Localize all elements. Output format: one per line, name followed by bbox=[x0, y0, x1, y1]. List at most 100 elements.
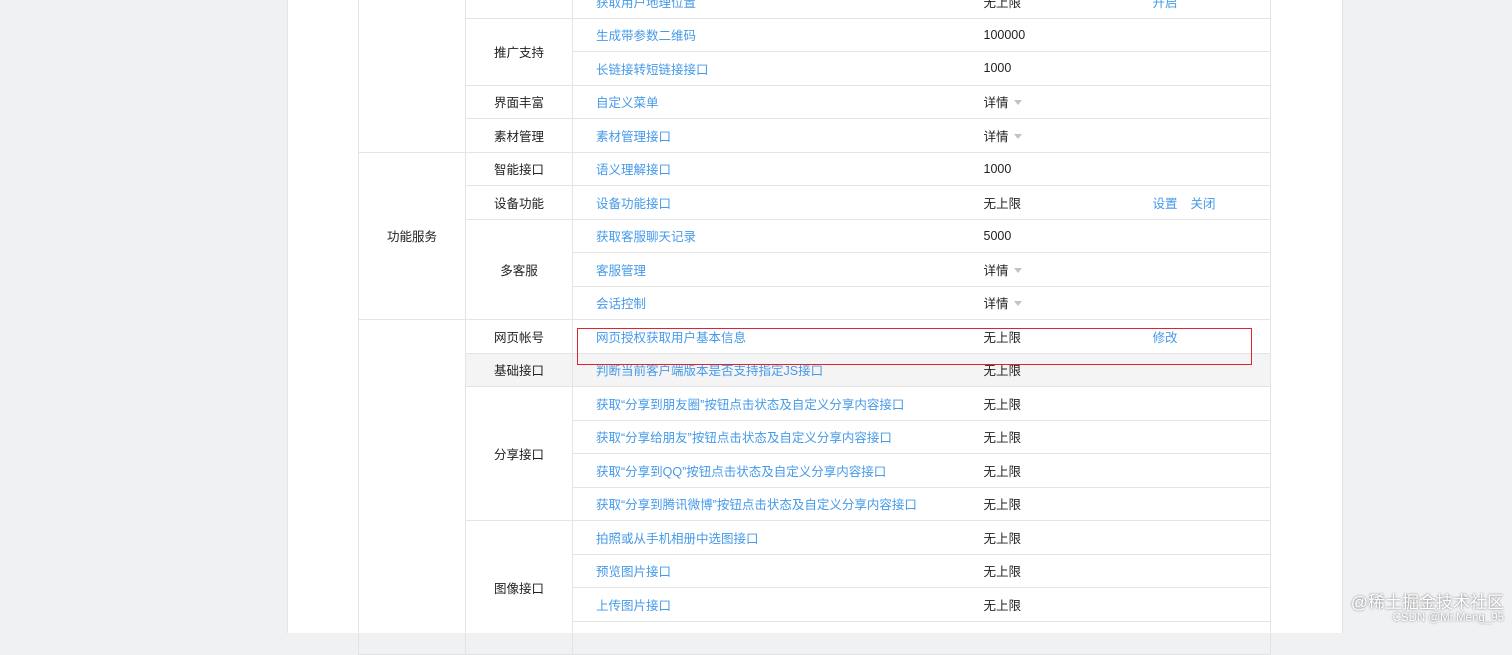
quota-value: 无上限 bbox=[983, 364, 1022, 379]
interface-link[interactable]: 语义理解接口 bbox=[596, 163, 671, 177]
quota-cell: 无上限 bbox=[983, 0, 1153, 19]
interface-name-cell: 会话控制 bbox=[572, 285, 984, 320]
interface-link[interactable]: 设备功能接口 bbox=[596, 197, 671, 211]
quota-value: 无上限 bbox=[983, 464, 1022, 479]
operation-link[interactable]: 修改 bbox=[1153, 331, 1178, 345]
details-dropdown[interactable]: 详情 bbox=[984, 130, 1009, 144]
quota-value: 5000 bbox=[983, 228, 1012, 243]
interface-name-cell: 客服管理 bbox=[572, 252, 984, 287]
interface-link[interactable]: 生成带参数二维码 bbox=[596, 29, 696, 43]
table-row: 设备功能 设备功能接口 无上限 设置 关闭 bbox=[359, 185, 1271, 220]
interface-name-cell: 获取用户地理位置 bbox=[572, 0, 984, 19]
operation-link[interactable]: 关闭 bbox=[1191, 197, 1216, 211]
interface-name-cell: 获取“分享到朋友圈”按钮点击状态及自定义分享内容接口 bbox=[572, 386, 984, 421]
caret-down-icon[interactable] bbox=[1013, 267, 1022, 273]
interface-link[interactable]: 上传图片接口 bbox=[596, 599, 671, 613]
quota-cell: 无上限 bbox=[983, 352, 1153, 387]
interface-link[interactable]: 获取“分享到朋友圈”按钮点击状态及自定义分享内容接口 bbox=[596, 398, 904, 412]
quota-cell: 无上限 bbox=[983, 386, 1153, 421]
quota-cell: 详情 bbox=[983, 252, 1153, 287]
quota-cell: 详情 bbox=[983, 84, 1153, 119]
details-dropdown[interactable]: 详情 bbox=[984, 96, 1009, 110]
quota-cell: 100000 bbox=[983, 17, 1153, 52]
interface-name-cell bbox=[572, 620, 984, 655]
table-row: 界面丰富 自定义菜单 详情 bbox=[359, 84, 1271, 119]
interface-link[interactable]: 自定义菜单 bbox=[596, 96, 659, 110]
operation-cell bbox=[1152, 587, 1271, 622]
watermark-sub-text: CSDN @Mr.Meng_95 bbox=[1392, 612, 1504, 624]
table-row: 分享接口 获取“分享到朋友圈”按钮点击状态及自定义分享内容接口 无上限 bbox=[359, 386, 1271, 521]
group-cell: 素材管理 bbox=[465, 118, 573, 153]
interface-name-cell: 上传图片接口 bbox=[572, 587, 984, 622]
interface-link[interactable]: 素材管理接口 bbox=[596, 130, 671, 144]
interface-link[interactable]: 客服管理 bbox=[596, 264, 646, 278]
caret-down-icon[interactable] bbox=[1013, 100, 1022, 106]
quota-cell: 无上限 bbox=[983, 419, 1153, 454]
details-dropdown[interactable]: 详情 bbox=[984, 297, 1009, 311]
interface-name-cell: 语义理解接口 bbox=[572, 151, 984, 186]
interface-name-cell: 预览图片接口 bbox=[572, 553, 984, 588]
group-cell: 设备功能 bbox=[465, 185, 573, 220]
group-cell: 推广支持 bbox=[465, 17, 573, 86]
operation-cell bbox=[1152, 453, 1271, 488]
interface-link[interactable]: 获取用户地理位置 bbox=[596, 0, 696, 10]
details-dropdown[interactable]: 详情 bbox=[984, 264, 1009, 278]
interface-name-cell: 设备功能接口 bbox=[572, 185, 984, 220]
quota-value: 无上限 bbox=[983, 196, 1022, 211]
quota-cell bbox=[983, 620, 1153, 655]
table-row: 基础接口 判断当前客户端版本是否支持指定JS接口 无上限 bbox=[359, 352, 1271, 387]
interface-link[interactable]: 预览图片接口 bbox=[596, 565, 671, 579]
quota-value: 无上限 bbox=[983, 531, 1022, 546]
quota-cell: 无上限 bbox=[983, 453, 1153, 488]
interface-name-cell: 自定义菜单 bbox=[572, 84, 984, 119]
interface-link[interactable]: 获取“分享给朋友”按钮点击状态及自定义分享内容接口 bbox=[596, 431, 892, 445]
interface-name-cell: 判断当前客户端版本是否支持指定JS接口 bbox=[572, 352, 984, 387]
quota-cell: 无上限 bbox=[983, 520, 1153, 555]
interface-name-cell: 网页授权获取用户基本信息 bbox=[572, 319, 984, 354]
quota-cell: 无上限 bbox=[983, 587, 1153, 622]
quota-cell: 1000 bbox=[983, 51, 1153, 86]
interface-link[interactable]: 网页授权获取用户基本信息 bbox=[596, 331, 746, 345]
category-cell bbox=[358, 319, 466, 655]
permission-table-body: 获取用户地理位置 无上限 开启 推广支持 生成带参数二维码 100000 长链接转短链接接口… bbox=[358, 0, 1271, 655]
operation-cell bbox=[1152, 486, 1271, 521]
interface-name-cell: 长链接转短链接接口 bbox=[572, 51, 984, 86]
interface-name-cell: 获取客服聊天记录 bbox=[572, 218, 984, 253]
operation-link[interactable]: 设置 bbox=[1153, 197, 1178, 211]
quota-value: 100000 bbox=[983, 27, 1026, 42]
caret-down-icon[interactable] bbox=[1013, 301, 1022, 307]
table-row: 素材管理 素材管理接口 详情 bbox=[359, 118, 1271, 153]
group-cell: 网页帐号 bbox=[465, 319, 573, 354]
interface-link[interactable]: 获取“分享到腾讯微博”按钮点击状态及自定义分享内容接口 bbox=[596, 498, 917, 512]
operation-cell bbox=[1152, 151, 1271, 186]
interface-name-cell: 获取“分享给朋友”按钮点击状态及自定义分享内容接口 bbox=[572, 419, 984, 454]
interface-link[interactable]: 判断当前客户端版本是否支持指定JS接口 bbox=[596, 364, 823, 378]
quota-value: 无上限 bbox=[983, 565, 1022, 580]
operation-cell bbox=[1152, 419, 1271, 454]
watermark-main-text: @稀土掘金技术社区 bbox=[1350, 593, 1504, 612]
operation-cell: 设置 关闭 bbox=[1152, 185, 1271, 220]
interface-link[interactable]: 获取客服聊天记录 bbox=[596, 230, 696, 244]
interface-name-cell: 生成带参数二维码 bbox=[572, 17, 984, 52]
quota-value: 1000 bbox=[983, 161, 1012, 176]
operation-cell: 开启 bbox=[1152, 0, 1271, 19]
category-cell: 功能服务 bbox=[358, 151, 466, 320]
operation-cell bbox=[1152, 218, 1271, 253]
interface-link[interactable]: 会话控制 bbox=[596, 297, 646, 311]
interface-link[interactable]: 长链接转短链接接口 bbox=[596, 63, 709, 77]
interface-name-cell: 素材管理接口 bbox=[572, 118, 984, 153]
group-cell bbox=[465, 0, 573, 19]
group-cell: 分享接口 bbox=[465, 386, 573, 521]
quota-cell: 无上限 bbox=[983, 319, 1153, 354]
operation-cell bbox=[1152, 352, 1271, 387]
interface-link[interactable]: 获取“分享到QQ”按钮点击状态及自定义分享内容接口 bbox=[596, 465, 886, 479]
interface-link[interactable]: 拍照或从手机相册中选图接口 bbox=[596, 532, 759, 546]
operation-cell bbox=[1152, 84, 1271, 119]
operation-cell bbox=[1152, 386, 1271, 421]
quota-cell: 1000 bbox=[983, 151, 1153, 186]
quota-cell: 详情 bbox=[983, 285, 1153, 320]
caret-down-icon[interactable] bbox=[1013, 133, 1022, 139]
watermark: @稀土掘金技术社区 CSDN @Mr.Meng_95 bbox=[1351, 593, 1504, 625]
operation-link[interactable]: 开启 bbox=[1153, 0, 1178, 10]
interface-name-cell: 获取“分享到QQ”按钮点击状态及自定义分享内容接口 bbox=[572, 453, 984, 488]
